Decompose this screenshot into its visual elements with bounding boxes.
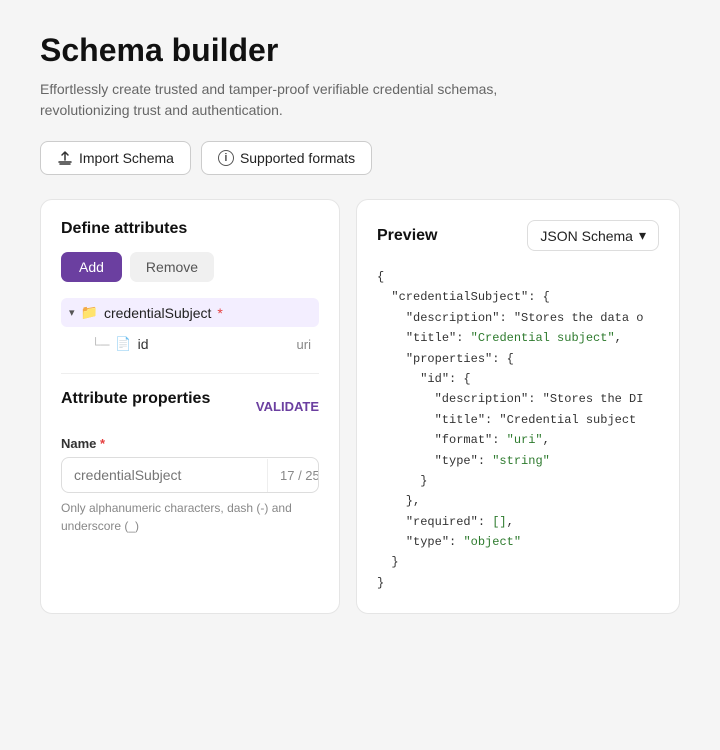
name-field-label: Name *: [61, 436, 319, 451]
attr-props-header: Attribute properties VALIDATE: [61, 390, 319, 422]
attribute-properties-section: Attribute properties VALIDATE Name * 17 …: [61, 373, 319, 535]
format-dropdown[interactable]: JSON Schema ▾: [527, 220, 659, 251]
format-label: JSON Schema: [540, 228, 633, 244]
attribute-actions: Add Remove: [61, 252, 319, 282]
folder-icon: 📁: [81, 304, 98, 321]
required-star: *: [217, 305, 222, 321]
import-schema-button[interactable]: Import Schema: [40, 141, 191, 175]
page-title: Schema builder: [40, 32, 680, 69]
tree-child-label: id: [138, 336, 291, 352]
left-panel: Define attributes Add Remove ▾ 📁 credent…: [40, 199, 340, 614]
name-input-row: 17 / 256: [61, 457, 319, 493]
preview-header: Preview JSON Schema ▾: [377, 220, 659, 251]
upload-icon: [57, 150, 73, 166]
chevron-down-icon: ▾: [69, 306, 75, 319]
name-field-hint: Only alphanumeric characters, dash (-) a…: [61, 499, 319, 535]
define-attributes-title: Define attributes: [61, 220, 319, 238]
page-subtitle: Effortlessly create trusted and tamper-p…: [40, 79, 520, 121]
toolbar: Import Schema i Supported formats: [40, 141, 680, 175]
tree-line: └─: [91, 337, 109, 352]
info-icon: i: [218, 150, 234, 166]
attr-props-title: Attribute properties: [61, 390, 210, 408]
file-icon: 📄: [115, 336, 131, 352]
validate-button[interactable]: VALIDATE: [256, 399, 319, 414]
supported-formats-button[interactable]: i Supported formats: [201, 141, 372, 175]
main-area: Define attributes Add Remove ▾ 📁 credent…: [40, 199, 680, 614]
supported-formats-label: Supported formats: [240, 150, 355, 166]
tree-child-type: uri: [297, 337, 311, 352]
json-display: { "credentialSubject": { "description": …: [377, 267, 659, 593]
remove-button[interactable]: Remove: [130, 252, 214, 282]
name-counter: 17 / 256: [267, 459, 319, 492]
tree-child-item[interactable]: └─ 📄 id uri: [61, 331, 319, 357]
preview-title: Preview: [377, 227, 437, 245]
tree-root-item[interactable]: ▾ 📁 credentialSubject *: [61, 298, 319, 327]
chevron-down-icon: ▾: [639, 227, 646, 244]
add-button[interactable]: Add: [61, 252, 122, 282]
import-schema-label: Import Schema: [79, 150, 174, 166]
tree-root-label: credentialSubject: [104, 305, 211, 321]
name-input[interactable]: [62, 458, 267, 492]
right-panel: Preview JSON Schema ▾ { "credentialSubje…: [356, 199, 680, 614]
